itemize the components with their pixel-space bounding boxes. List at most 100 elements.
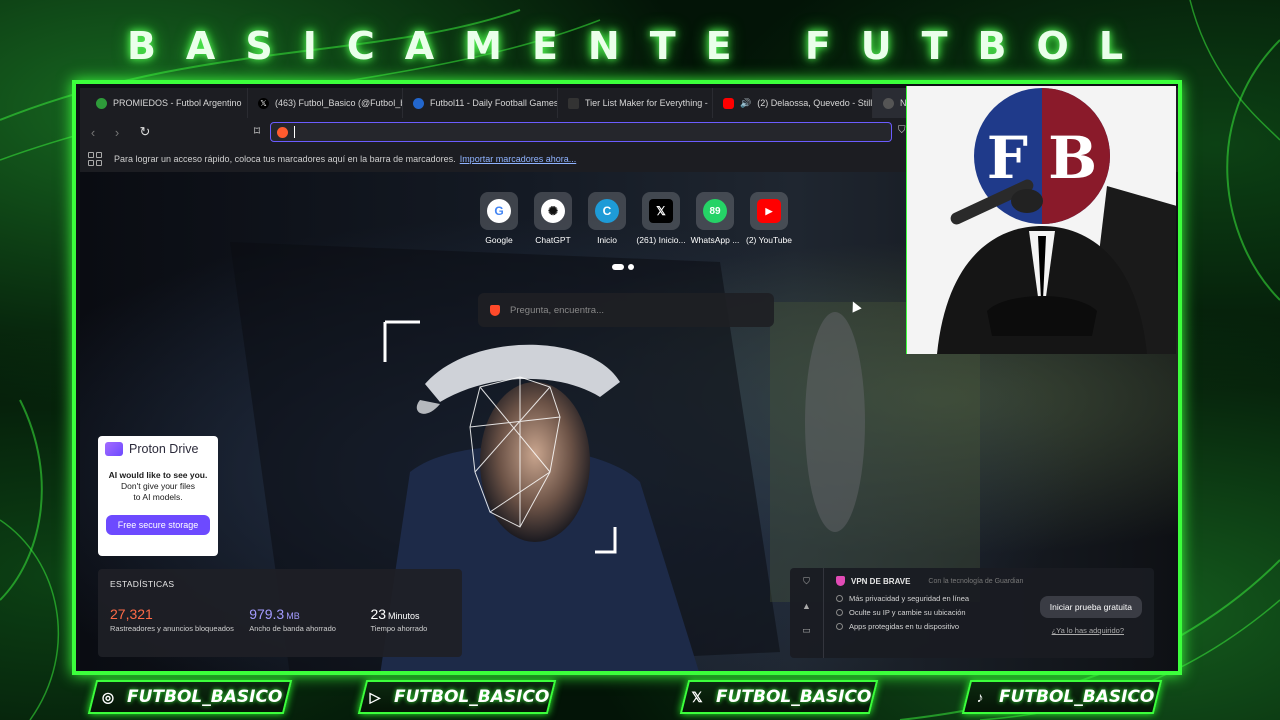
page-dots bbox=[612, 264, 634, 270]
tab-label: PROMIEDOS - Futbol Argentino bbox=[113, 98, 242, 108]
shortcut-label: (261) Inicio... bbox=[636, 235, 686, 245]
check-icon bbox=[836, 623, 843, 630]
check-icon bbox=[836, 609, 843, 616]
import-bookmarks-link[interactable]: Importar marcadores ahora... bbox=[460, 154, 577, 164]
shortcut-youtube[interactable]: ▶ (2) YouTube bbox=[746, 192, 792, 245]
tab-futbol11[interactable]: Futbol11 - Daily Football Games bbox=[403, 88, 558, 118]
feature-text: Oculte su IP y cambie su ubicación bbox=[849, 608, 966, 617]
shortcut-chatgpt[interactable]: ✺ ChatGPT bbox=[532, 192, 574, 245]
proton-line-2: Don't give your files bbox=[121, 481, 195, 491]
x-handle: FUTBOL_BASICO bbox=[716, 687, 872, 707]
youtube-icon: ▶ bbox=[757, 199, 781, 223]
back-arrow-icon: ‹ bbox=[90, 124, 96, 140]
shortcut-label: ChatGPT bbox=[535, 235, 571, 245]
back-button[interactable]: ‹ bbox=[82, 121, 104, 143]
vpn-logo-icon bbox=[836, 576, 845, 586]
feature-text: Apps protegidas en tu dispositivo bbox=[849, 622, 960, 631]
apps-grid-icon[interactable] bbox=[88, 152, 102, 166]
tab-x-futbol-basico[interactable]: 𝕏 (463) Futbol_Basico (@Futbol_ba bbox=[248, 88, 403, 118]
stat-trackers: 27,321 Rastreadores y anuncios bloqueado… bbox=[110, 606, 249, 633]
vpn-title: VPN DE BRAVE bbox=[851, 576, 911, 586]
tab-tier-list[interactable]: Tier List Maker for Everything - bbox=[558, 88, 713, 118]
tierlist-favicon-icon bbox=[568, 97, 579, 109]
forward-button[interactable]: › bbox=[106, 121, 128, 143]
x-icon: 𝕏 bbox=[691, 688, 703, 705]
stat-time: 23 Minutos Tiempo ahorrado bbox=[370, 606, 450, 633]
youtube-handle: FUTBOL_BASICO bbox=[394, 687, 550, 707]
shortcut-google[interactable]: G Google bbox=[478, 192, 520, 245]
futbol11-favicon-icon bbox=[413, 97, 424, 109]
tab-youtube-playing[interactable]: 🔊 (2) Delaossa, Quevedo - Still bbox=[713, 88, 873, 118]
x-icon: 𝕏 bbox=[649, 199, 673, 223]
bandwidth-label: Ancho de banda ahorrado bbox=[249, 624, 336, 633]
time-value: 23 bbox=[370, 606, 387, 622]
tiktok-handle: FUTBOL_BASICO bbox=[999, 687, 1155, 707]
chatgpt-icon: ✺ bbox=[541, 199, 565, 223]
shortcut-label: Google bbox=[485, 235, 513, 245]
tab-promiedos[interactable]: PROMIEDOS - Futbol Argentino bbox=[86, 88, 248, 118]
social-x[interactable]: 𝕏 FUTBOL_BASICO bbox=[679, 680, 879, 714]
x-favicon-icon: 𝕏 bbox=[258, 97, 269, 109]
shortcut-tiles: G Google ✺ ChatGPT C Inicio 𝕏 (261) Inic… bbox=[478, 192, 792, 245]
vpn-shield-icon[interactable]: ⛉ bbox=[803, 576, 810, 587]
proton-drive-ad[interactable]: Proton Drive AI would like to see you. D… bbox=[98, 436, 218, 556]
trackers-value: 27,321 bbox=[110, 606, 153, 622]
shortcut-label: (2) YouTube bbox=[746, 235, 792, 245]
proton-cta-button[interactable]: Free secure storage bbox=[106, 515, 210, 535]
wallet-icon[interactable]: ▭ bbox=[802, 625, 811, 636]
whatsapp-icon: 89 bbox=[703, 199, 727, 223]
bookmarks-hint: Para lograr un acceso rápido, coloca tus… bbox=[114, 154, 456, 164]
check-icon bbox=[836, 595, 843, 602]
proton-line-1: AI would like to see you. bbox=[108, 470, 208, 480]
tiktok-icon: ♪ bbox=[976, 689, 984, 705]
instagram-icon: ◎ bbox=[102, 688, 115, 705]
shortcut-x[interactable]: 𝕏 (261) Inicio... bbox=[636, 192, 686, 245]
reload-button[interactable]: ↻ bbox=[134, 121, 156, 143]
search-box[interactable]: Pregunta, encuentra... bbox=[478, 293, 774, 327]
speaker-icon: 🔊 bbox=[740, 97, 752, 108]
brave-vpn-widget: ⛉ ▲ ▭ VPN DE BRAVE Con la tecnología de … bbox=[790, 568, 1154, 658]
shortcut-whatsapp[interactable]: 89 WhatsApp ... bbox=[691, 192, 739, 245]
time-unit: Minutos bbox=[388, 611, 420, 621]
time-label: Tiempo ahorrado bbox=[370, 624, 428, 633]
bookmark-icon: ⌑ bbox=[253, 124, 261, 138]
proton-message: AI would like to see you. Don't give you… bbox=[105, 470, 211, 503]
site-info-icon bbox=[277, 126, 288, 138]
stats-widget: ESTADÍSTICAS 27,321 Rastreadores y anunc… bbox=[98, 569, 462, 657]
social-youtube[interactable]: ▷ FUTBOL_BASICO bbox=[357, 680, 557, 714]
address-bar[interactable] bbox=[270, 122, 892, 142]
url-input[interactable] bbox=[295, 126, 795, 138]
shortcut-label: Inicio bbox=[597, 235, 617, 245]
forward-arrow-icon: › bbox=[114, 124, 120, 140]
social-tiktok[interactable]: ♪ FUTBOL_BASICO bbox=[961, 680, 1163, 714]
youtube-favicon-icon bbox=[723, 97, 734, 109]
tab-label: (2) Delaossa, Quevedo - Still bbox=[757, 98, 873, 108]
webcam-overlay: F B bbox=[906, 86, 1176, 354]
feature-text: Más privacidad y seguridad en línea bbox=[849, 594, 970, 603]
youtube-icon: ▷ bbox=[369, 688, 381, 705]
tab-label: Futbol11 - Daily Football Games bbox=[430, 98, 558, 108]
news-icon[interactable]: ▲ bbox=[802, 601, 811, 611]
promiedos-favicon-icon bbox=[96, 97, 107, 109]
widget-sidebar: ⛉ ▲ ▭ bbox=[790, 568, 824, 658]
social-instagram[interactable]: ◎ FUTBOL_BASICO bbox=[87, 680, 293, 714]
page-dot-active[interactable] bbox=[612, 264, 624, 270]
brave-lion-icon bbox=[490, 304, 500, 316]
stats-title: ESTADÍSTICAS bbox=[110, 579, 175, 589]
page-dot[interactable] bbox=[628, 264, 634, 270]
already-purchased-link[interactable]: ¿Ya lo has adquirido? bbox=[1052, 626, 1124, 635]
start-trial-button[interactable]: Iniciar prueba gratuita bbox=[1039, 596, 1142, 618]
proton-brand: Proton Drive bbox=[129, 442, 199, 456]
tab-label: Tier List Maker for Everything - bbox=[585, 98, 708, 108]
reload-icon: ↻ bbox=[139, 124, 151, 139]
stream-banner-title: BASICAMENTE FUTBOL bbox=[126, 24, 1154, 68]
bookmark-button[interactable]: ⌑ bbox=[248, 121, 266, 141]
search-placeholder: Pregunta, encuentra... bbox=[510, 304, 605, 316]
svg-text:F B: F B bbox=[987, 124, 1097, 192]
google-icon: G bbox=[487, 199, 511, 223]
bandwidth-unit: MB bbox=[286, 611, 300, 621]
canva-icon: C bbox=[595, 199, 619, 223]
shortcut-inicio[interactable]: C Inicio bbox=[586, 192, 628, 245]
brave-favicon-icon bbox=[883, 97, 894, 109]
trackers-label: Rastreadores y anuncios bloqueados bbox=[110, 624, 234, 633]
